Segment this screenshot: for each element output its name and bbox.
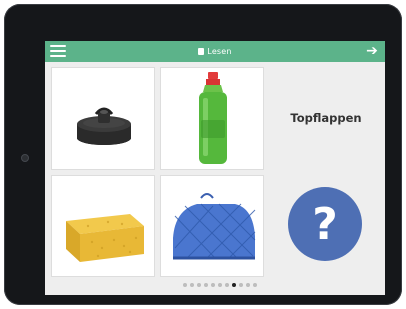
page-dot bbox=[204, 283, 208, 287]
page-dot bbox=[253, 283, 257, 287]
page-title-text: Lesen bbox=[207, 47, 232, 56]
answer-card-drain-plug[interactable] bbox=[51, 67, 155, 170]
book-icon bbox=[198, 48, 205, 55]
page-dot bbox=[246, 283, 250, 287]
target-word: Topflappen bbox=[290, 111, 362, 125]
sponge-image bbox=[66, 214, 144, 262]
page-dot bbox=[183, 283, 187, 287]
page-dot bbox=[232, 283, 236, 287]
page-dot bbox=[225, 283, 229, 287]
question-audio-button[interactable]: ? bbox=[288, 187, 362, 261]
page-dot bbox=[190, 283, 194, 287]
answer-card-pot-holder[interactable] bbox=[160, 175, 264, 277]
page-title: Lesen bbox=[45, 41, 385, 62]
drain-plug-image bbox=[77, 107, 131, 145]
app-screen: Lesen ➔ Topflappen ? bbox=[45, 41, 385, 295]
page-dot bbox=[197, 283, 201, 287]
arrow-right-icon: ➔ bbox=[366, 43, 378, 59]
answer-card-dish-soap[interactable] bbox=[160, 67, 264, 170]
page-dot bbox=[218, 283, 222, 287]
camera-icon bbox=[21, 154, 29, 162]
dish-soap-bottle-image bbox=[199, 72, 227, 164]
page-indicator bbox=[183, 283, 257, 287]
next-arrow-button[interactable]: ➔ bbox=[364, 44, 380, 59]
tablet-frame: Lesen ➔ Topflappen ? bbox=[4, 4, 402, 305]
answer-card-sponge[interactable] bbox=[51, 175, 155, 277]
pot-holder-image bbox=[173, 193, 256, 260]
page-dot bbox=[211, 283, 215, 287]
top-bar: Lesen ➔ bbox=[45, 41, 385, 62]
question-mark-icon: ? bbox=[312, 198, 338, 250]
page-dot bbox=[239, 283, 243, 287]
